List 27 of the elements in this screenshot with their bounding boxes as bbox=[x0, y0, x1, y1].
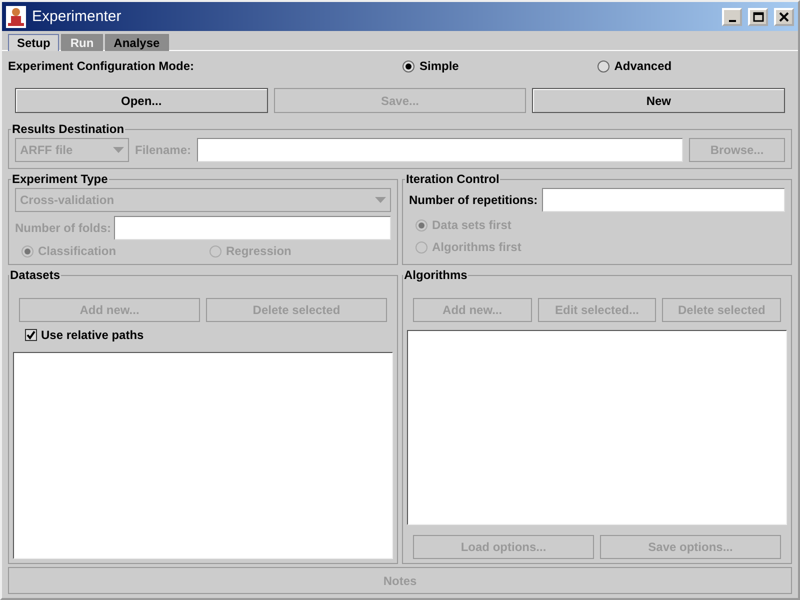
dropdown-arrow-icon bbox=[375, 197, 386, 203]
tab[interactable]: Analyse bbox=[104, 34, 169, 51]
dropdown-arrow-icon bbox=[113, 147, 124, 153]
radio-button[interactable]: Simple bbox=[402, 59, 598, 73]
minimize-icon bbox=[728, 20, 736, 22]
app-icon bbox=[6, 6, 26, 28]
group-title: Algorithms bbox=[403, 268, 468, 282]
group-title: Experiment Type bbox=[11, 172, 109, 186]
folds-field[interactable] bbox=[114, 216, 391, 240]
button[interactable]: Open... bbox=[15, 88, 268, 113]
filename-field[interactable] bbox=[197, 138, 683, 162]
tab[interactable]: Setup bbox=[8, 34, 60, 51]
checkbox[interactable]: Use relative paths bbox=[25, 328, 144, 342]
radio-button[interactable]: Advanced bbox=[597, 59, 792, 73]
maximize-icon bbox=[752, 12, 764, 22]
group-title: Iteration Control bbox=[405, 172, 500, 186]
window-title: Experimenter bbox=[32, 8, 122, 25]
repetitions-label: Number of repetitions: bbox=[409, 193, 538, 207]
minimize-button[interactable] bbox=[722, 8, 742, 26]
repetitions-field[interactable] bbox=[542, 188, 785, 212]
group-title: Results Destination bbox=[11, 122, 126, 136]
group-title: Datasets bbox=[9, 268, 62, 282]
button[interactable]: New bbox=[532, 88, 786, 113]
close-button[interactable] bbox=[774, 8, 794, 26]
close-icon bbox=[779, 12, 789, 22]
maximize-button[interactable] bbox=[748, 8, 768, 26]
config-mode-label: Experiment Configuration Mode: bbox=[8, 59, 195, 73]
